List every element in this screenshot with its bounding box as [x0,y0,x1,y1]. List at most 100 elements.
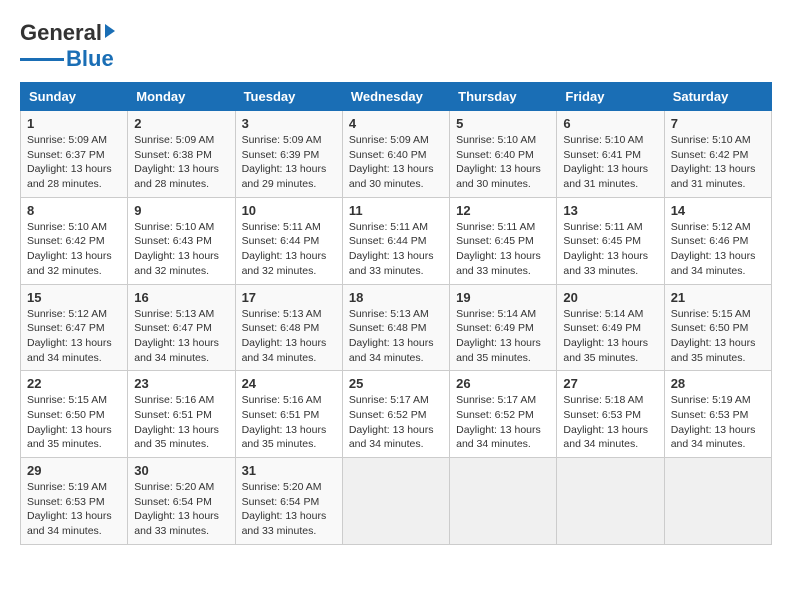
day-info: Sunrise: 5:10 AM Sunset: 6:43 PM Dayligh… [134,221,219,277]
day-info: Sunrise: 5:10 AM Sunset: 6:42 PM Dayligh… [671,134,756,190]
day-number: 22 [27,376,121,391]
day-info: Sunrise: 5:10 AM Sunset: 6:41 PM Dayligh… [563,134,648,190]
day-number: 25 [349,376,443,391]
calendar-day-19: 19Sunrise: 5:14 AM Sunset: 6:49 PM Dayli… [450,284,557,371]
calendar-day-28: 28 Sunrise: 5:19 AM Sunset: 6:53 PM Dayli… [664,371,771,458]
calendar-day-11: 11 Sunrise: 5:11 AM Sunset: 6:44 PM Dayli… [342,197,449,284]
day-info: Sunrise: 5:09 AM Sunset: 6:39 PM Dayligh… [242,134,327,190]
day-info: Sunrise: 5:17 AM Sunset: 6:52 PM Dayligh… [456,394,541,450]
day-number: 20 [563,290,657,305]
day-info: Sunrise: 5:19 AM Sunset: 6:53 PM Dayligh… [671,394,756,450]
calendar-day-5: 5 Sunrise: 5:10 AM Sunset: 6:40 PM Daylig… [450,111,557,198]
day-info: Sunrise: 5:13 AM Sunset: 6:47 PM Dayligh… [134,308,219,364]
day-number: 17 [242,290,336,305]
calendar-day-14: 14 Sunrise: 5:12 AM Sunset: 6:46 PM Dayli… [664,197,771,284]
day-info: Sunrise: 5:11 AM Sunset: 6:44 PM Dayligh… [349,221,434,277]
day-info: Sunrise: 5:19 AM Sunset: 6:53 PM Dayligh… [27,481,112,537]
logo-blue-text: Blue [66,46,114,72]
day-info: Sunrise: 5:12 AM Sunset: 6:46 PM Dayligh… [671,221,756,277]
day-number: 10 [242,203,336,218]
day-number: 7 [671,116,765,131]
calendar-header-saturday: Saturday [664,83,771,111]
day-number: 15 [27,290,121,305]
day-info: Sunrise: 5:10 AM Sunset: 6:40 PM Dayligh… [456,134,541,190]
calendar-day-31: 31Sunrise: 5:20 AM Sunset: 6:54 PM Dayli… [235,458,342,545]
calendar-header-thursday: Thursday [450,83,557,111]
day-number: 2 [134,116,228,131]
calendar-day-13: 13 Sunrise: 5:11 AM Sunset: 6:45 PM Dayli… [557,197,664,284]
calendar-week-5: 29 Sunrise: 5:19 AM Sunset: 6:53 PM Dayli… [21,458,772,545]
calendar-header-sunday: Sunday [21,83,128,111]
calendar-day-22: 22 Sunrise: 5:15 AM Sunset: 6:50 PM Dayli… [21,371,128,458]
day-info: Sunrise: 5:11 AM Sunset: 6:45 PM Dayligh… [563,221,648,277]
day-info: Sunrise: 5:17 AM Sunset: 6:52 PM Dayligh… [349,394,434,450]
logo-general-text: General [20,20,102,46]
calendar-day-30: 30 Sunrise: 5:20 AM Sunset: 6:54 PM Dayli… [128,458,235,545]
day-info: Sunrise: 5:09 AM Sunset: 6:40 PM Dayligh… [349,134,434,190]
calendar-day-1: 1 Sunrise: 5:09 AM Sunset: 6:37 PM Daylig… [21,111,128,198]
day-number: 6 [563,116,657,131]
logo-arrow-icon [105,24,115,38]
calendar-day-23: 23Sunrise: 5:16 AM Sunset: 6:51 PM Dayli… [128,371,235,458]
day-number: 12 [456,203,550,218]
day-number: 18 [349,290,443,305]
calendar-day-6: 6 Sunrise: 5:10 AM Sunset: 6:41 PM Daylig… [557,111,664,198]
day-number: 8 [27,203,121,218]
day-info: Sunrise: 5:11 AM Sunset: 6:44 PM Dayligh… [242,221,327,277]
calendar-day-25: 25 Sunrise: 5:17 AM Sunset: 6:52 PM Dayli… [342,371,449,458]
calendar-day-8: 8 Sunrise: 5:10 AM Sunset: 6:42 PM Daylig… [21,197,128,284]
day-info: Sunrise: 5:10 AM Sunset: 6:42 PM Dayligh… [27,221,112,277]
calendar-day-27: 27Sunrise: 5:18 AM Sunset: 6:53 PM Dayli… [557,371,664,458]
calendar-day-2: 2 Sunrise: 5:09 AM Sunset: 6:38 PM Daylig… [128,111,235,198]
day-info: Sunrise: 5:20 AM Sunset: 6:54 PM Dayligh… [134,481,219,537]
day-number: 11 [349,203,443,218]
calendar-header-row: SundayMondayTuesdayWednesdayThursdayFrid… [21,83,772,111]
day-number: 29 [27,463,121,478]
calendar: SundayMondayTuesdayWednesdayThursdayFrid… [20,82,772,545]
calendar-day-20: 20 Sunrise: 5:14 AM Sunset: 6:49 PM Dayli… [557,284,664,371]
calendar-day-4: 4Sunrise: 5:09 AM Sunset: 6:40 PM Daylig… [342,111,449,198]
calendar-day-empty [664,458,771,545]
calendar-day-18: 18 Sunrise: 5:13 AM Sunset: 6:48 PM Dayli… [342,284,449,371]
day-info: Sunrise: 5:14 AM Sunset: 6:49 PM Dayligh… [563,308,648,364]
day-number: 21 [671,290,765,305]
calendar-day-17: 17Sunrise: 5:13 AM Sunset: 6:48 PM Dayli… [235,284,342,371]
day-number: 9 [134,203,228,218]
day-info: Sunrise: 5:13 AM Sunset: 6:48 PM Dayligh… [349,308,434,364]
day-number: 14 [671,203,765,218]
calendar-body: 1 Sunrise: 5:09 AM Sunset: 6:37 PM Daylig… [21,111,772,545]
calendar-day-10: 10 Sunrise: 5:11 AM Sunset: 6:44 PM Dayli… [235,197,342,284]
calendar-day-29: 29 Sunrise: 5:19 AM Sunset: 6:53 PM Dayli… [21,458,128,545]
day-info: Sunrise: 5:18 AM Sunset: 6:53 PM Dayligh… [563,394,648,450]
calendar-header-friday: Friday [557,83,664,111]
day-number: 26 [456,376,550,391]
day-info: Sunrise: 5:12 AM Sunset: 6:47 PM Dayligh… [27,308,112,364]
day-number: 5 [456,116,550,131]
day-info: Sunrise: 5:11 AM Sunset: 6:45 PM Dayligh… [456,221,541,277]
day-number: 28 [671,376,765,391]
day-number: 1 [27,116,121,131]
logo-line [20,58,64,61]
calendar-week-3: 15 Sunrise: 5:12 AM Sunset: 6:47 PM Dayli… [21,284,772,371]
calendar-day-12: 12 Sunrise: 5:11 AM Sunset: 6:45 PM Dayli… [450,197,557,284]
calendar-day-9: 9 Sunrise: 5:10 AM Sunset: 6:43 PM Daylig… [128,197,235,284]
day-info: Sunrise: 5:16 AM Sunset: 6:51 PM Dayligh… [134,394,219,450]
day-number: 31 [242,463,336,478]
calendar-header-tuesday: Tuesday [235,83,342,111]
day-number: 13 [563,203,657,218]
day-info: Sunrise: 5:15 AM Sunset: 6:50 PM Dayligh… [671,308,756,364]
calendar-header-monday: Monday [128,83,235,111]
calendar-day-empty [557,458,664,545]
calendar-day-3: 3 Sunrise: 5:09 AM Sunset: 6:39 PM Daylig… [235,111,342,198]
day-info: Sunrise: 5:09 AM Sunset: 6:37 PM Dayligh… [27,134,112,190]
calendar-day-21: 21 Sunrise: 5:15 AM Sunset: 6:50 PM Dayli… [664,284,771,371]
day-info: Sunrise: 5:09 AM Sunset: 6:38 PM Dayligh… [134,134,219,190]
calendar-day-empty [342,458,449,545]
day-number: 3 [242,116,336,131]
day-info: Sunrise: 5:15 AM Sunset: 6:50 PM Dayligh… [27,394,112,450]
calendar-day-empty [450,458,557,545]
day-number: 30 [134,463,228,478]
calendar-week-4: 22 Sunrise: 5:15 AM Sunset: 6:50 PM Dayli… [21,371,772,458]
day-number: 16 [134,290,228,305]
day-number: 24 [242,376,336,391]
